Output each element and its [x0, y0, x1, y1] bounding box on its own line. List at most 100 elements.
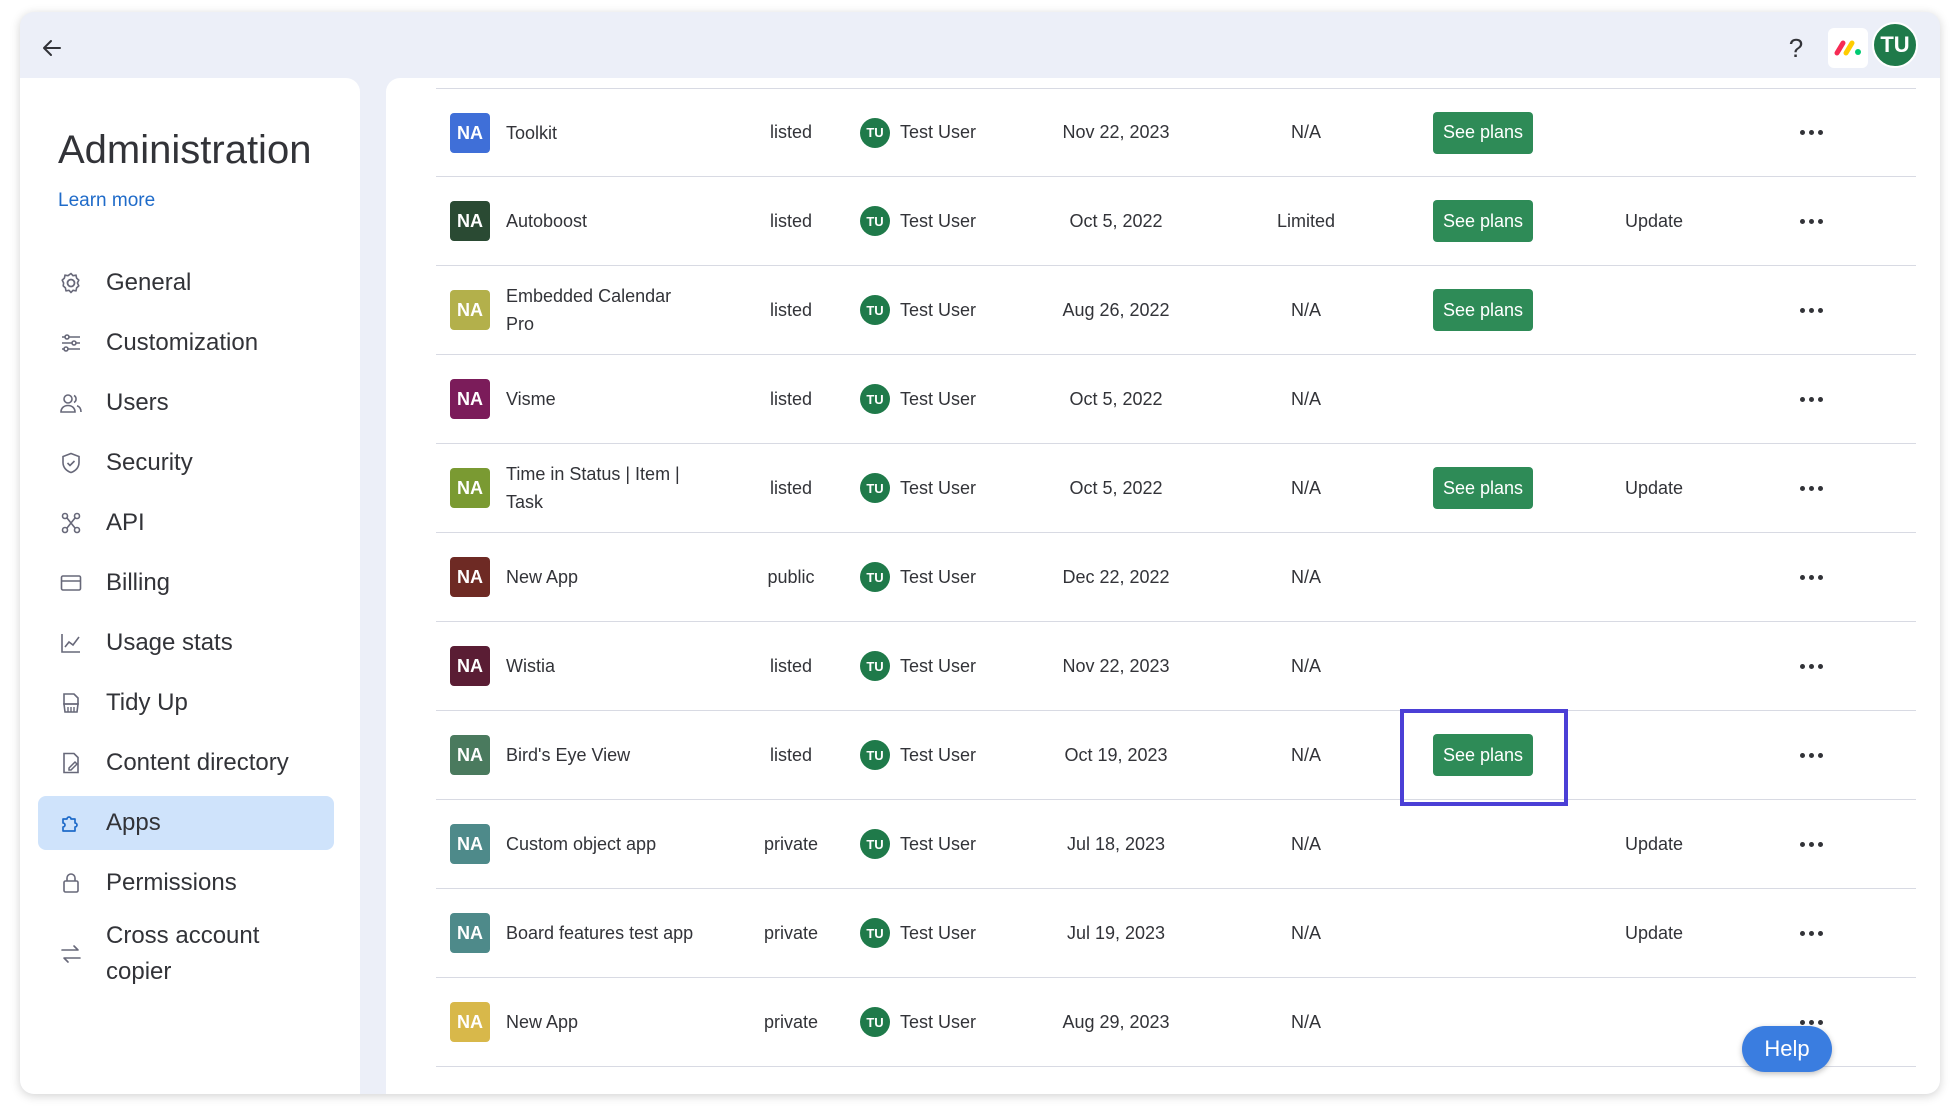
sidebar-item-api[interactable]: API: [38, 496, 334, 550]
top-bar: ? TU: [20, 12, 1940, 78]
more-options-icon[interactable]: [1786, 889, 1836, 977]
sidebar-item-permissions[interactable]: Permissions: [38, 856, 334, 910]
gear-icon: [58, 270, 84, 296]
more-options-icon[interactable]: [1786, 800, 1836, 888]
app-name[interactable]: Wistia: [506, 622, 696, 710]
sidebar-item-security[interactable]: Security: [38, 436, 334, 490]
more-options-icon[interactable]: [1786, 355, 1836, 443]
app-visibility: listed: [769, 388, 813, 409]
table-row: NA Bird's Eye View listed TU Test User Oct 19…: [436, 709, 1916, 806]
see-plans-button[interactable]: See plans: [1432, 467, 1534, 509]
app-date: Oct 5, 2022: [1069, 210, 1163, 231]
app-status: N/A: [1290, 833, 1321, 854]
app-name[interactable]: Board features test app: [506, 889, 696, 977]
update-link[interactable]: Update: [1594, 889, 1714, 977]
more-options-icon[interactable]: [1786, 711, 1836, 799]
app-visibility: private: [763, 833, 819, 854]
sidebar-item-general[interactable]: General: [38, 256, 334, 310]
sidebar-item-content-directory[interactable]: Content directory: [38, 736, 334, 790]
users-icon: [58, 390, 84, 416]
learn-more-link[interactable]: Learn more: [58, 190, 155, 212]
owner-avatar: TU: [860, 117, 890, 148]
sidebar-item-label: Billing: [106, 569, 171, 596]
more-options-icon[interactable]: [1786, 266, 1836, 354]
app-owner: TU Test User: [860, 177, 1030, 265]
app-badge: NA: [450, 735, 490, 775]
app-name[interactable]: Autoboost: [506, 177, 696, 265]
app-visibility: private: [763, 1011, 819, 1032]
sidebar-item-label: Usage stats: [106, 629, 233, 656]
sliders-icon: [58, 330, 84, 356]
sidebar-item-cross-account-copier[interactable]: Cross account copier: [38, 916, 334, 992]
owner-avatar: TU: [860, 918, 890, 948]
sidebar-item-usage-stats[interactable]: Usage stats: [38, 616, 334, 670]
app-date: Oct 19, 2023: [1064, 744, 1168, 765]
owner-avatar: TU: [860, 295, 890, 325]
admin-sidebar: Administration Learn more General Custom…: [20, 78, 360, 1094]
monday-logo-icon[interactable]: [1828, 28, 1868, 68]
back-arrow-icon[interactable]: [34, 30, 70, 66]
see-plans-button[interactable]: See plans: [1432, 289, 1534, 331]
app-name[interactable]: Time in Status | Item | Task: [506, 444, 696, 532]
owner-name: Test User: [900, 744, 977, 765]
sidebar-item-apps[interactable]: Apps: [38, 796, 334, 850]
table-row: NA Visme listed TU Test User Oct 5, 2022 N/A: [436, 355, 1916, 444]
app-status: N/A: [1290, 1011, 1321, 1032]
update-link[interactable]: Update: [1594, 444, 1714, 532]
sidebar-item-label: Content directory: [106, 749, 289, 776]
owner-name: Test User: [900, 388, 977, 409]
more-options-icon[interactable]: [1786, 89, 1836, 176]
sidebar-item-label: Tidy Up: [106, 689, 188, 716]
app-name[interactable]: Custom object app: [506, 800, 696, 888]
app-visibility: listed: [769, 122, 813, 142]
sidebar-item-label: General: [106, 269, 192, 296]
owner-avatar: TU: [860, 740, 890, 770]
owner-name: Test User: [900, 833, 977, 854]
app-owner: TU Test User: [860, 889, 1030, 977]
app-owner: TU Test User: [860, 444, 1030, 532]
app-status: N/A: [1290, 477, 1321, 498]
more-options-icon[interactable]: [1786, 533, 1836, 621]
app-name[interactable]: Toolkit: [506, 89, 696, 176]
app-name[interactable]: Bird's Eye View: [506, 711, 696, 799]
sidebar-item-label: Cross account copier: [106, 922, 260, 985]
help-question-button[interactable]: ?: [1778, 30, 1814, 66]
help-button[interactable]: Help: [1742, 1026, 1832, 1072]
update-link[interactable]: Update: [1594, 177, 1714, 265]
owner-avatar: TU: [860, 384, 890, 414]
chart-icon: [58, 630, 84, 656]
sidebar-item-billing[interactable]: Billing: [38, 556, 334, 610]
sidebar-item-tidy-up[interactable]: Tidy Up: [38, 676, 334, 730]
app-status: N/A: [1290, 744, 1321, 765]
app-visibility: listed: [769, 299, 813, 320]
app-owner: TU Test User: [860, 800, 1030, 888]
plans-cell: See plans: [1398, 89, 1568, 176]
update-link[interactable]: Update: [1594, 800, 1714, 888]
sidebar-nav: General Customization Users Security API…: [38, 256, 334, 998]
app-status: N/A: [1290, 388, 1321, 409]
transfer-icon: [58, 941, 84, 967]
see-plans-button[interactable]: See plans: [1432, 734, 1534, 776]
sidebar-item-label: Permissions: [106, 869, 237, 896]
sidebar-item-users[interactable]: Users: [38, 376, 334, 430]
owner-avatar: TU: [860, 1007, 890, 1037]
app-badge: NA: [450, 201, 490, 241]
app-status: Limited: [1276, 210, 1336, 231]
more-options-icon[interactable]: [1786, 622, 1836, 710]
app-name[interactable]: New App: [506, 533, 696, 621]
app-name[interactable]: Embedded Calendar Pro: [506, 266, 696, 354]
more-options-icon[interactable]: [1786, 444, 1836, 532]
table-row: NA New App public TU Test User Dec 22, 2022 N/…: [436, 533, 1916, 622]
see-plans-button[interactable]: See plans: [1432, 111, 1534, 154]
card-icon: [58, 570, 84, 596]
app-name[interactable]: New App: [506, 978, 696, 1066]
user-avatar[interactable]: TU: [1872, 22, 1918, 68]
app-date: Nov 22, 2023: [1062, 655, 1170, 676]
table-row: NA Wistia listed TU Test User Nov 22, 2023 N/A: [436, 622, 1916, 711]
table-row: NA Embedded Calendar Pro listed TU Test User…: [436, 266, 1916, 355]
app-name[interactable]: Visme: [506, 355, 696, 443]
sidebar-item-customization[interactable]: Customization: [38, 316, 334, 370]
see-plans-button[interactable]: See plans: [1432, 200, 1534, 242]
more-options-icon[interactable]: [1786, 177, 1836, 265]
owner-name: Test User: [900, 922, 977, 943]
